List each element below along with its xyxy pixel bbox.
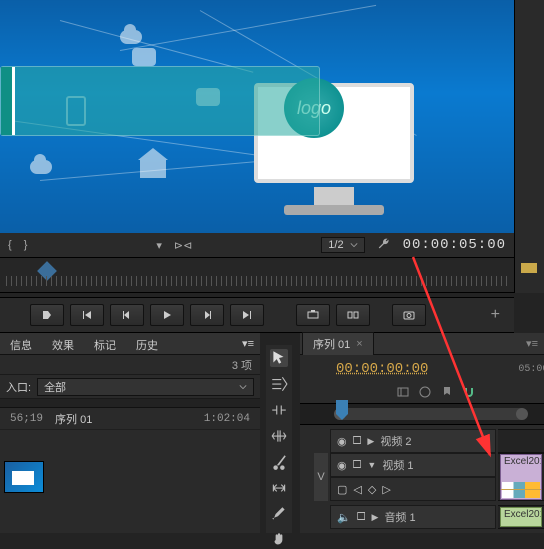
tab-history[interactable]: 历史 (126, 333, 168, 354)
set-in-icon[interactable]: { (8, 239, 12, 251)
nest-icon[interactable] (396, 385, 410, 399)
step-back-button[interactable] (110, 304, 144, 326)
keyframe-mode-icon[interactable]: ▢ (337, 483, 347, 496)
panel-menu-icon[interactable]: ▾≡ (236, 333, 260, 354)
entry-label: 入口: (6, 379, 31, 395)
sequence-tab[interactable]: 序列 01 × (302, 332, 374, 355)
clip-audio1[interactable]: Excel201 (500, 507, 542, 527)
selection-tool-icon[interactable] (270, 349, 288, 367)
step-forward-button[interactable] (190, 304, 224, 326)
razor-tool-icon[interactable] (270, 453, 288, 471)
hand-tool-icon[interactable] (270, 531, 288, 549)
track-lane-audio1[interactable]: Excel201 (498, 505, 544, 529)
keyframe-add-icon[interactable]: ◇ (368, 483, 376, 496)
settings-wrench-icon[interactable] (377, 237, 391, 254)
lock-icon[interactable]: 🞏 (357, 511, 366, 524)
goto-out-button[interactable] (230, 304, 264, 326)
button-editor-icon[interactable]: + (491, 306, 500, 324)
clip-video1[interactable]: Excel201 (500, 454, 542, 500)
lift-button[interactable] (296, 304, 330, 326)
close-tab-icon[interactable]: × (356, 338, 362, 350)
zoom-value: 1/2 (328, 239, 343, 251)
panel-divider[interactable] (514, 0, 544, 293)
mark-in-button[interactable] (30, 304, 64, 326)
chevron-down-icon (350, 241, 358, 249)
goto-in-button[interactable] (70, 304, 104, 326)
eye-icon[interactable]: ◉ (337, 435, 347, 448)
track-header-video1[interactable]: ◉ 🞏 ▼ 视频 1 (330, 453, 496, 477)
ripple-edit-tool-icon[interactable] (270, 401, 288, 419)
timeline-navigator[interactable] (300, 403, 544, 425)
lock-icon[interactable]: 🞏 (353, 435, 362, 448)
list-header (0, 399, 260, 408)
bin-thumbnail[interactable] (4, 461, 48, 521)
cell-name: 序列 01 (55, 411, 192, 427)
tab-effects[interactable]: 效果 (42, 333, 84, 354)
set-out-icon[interactable]: } (24, 239, 28, 251)
sequence-tab-label: 序列 01 (313, 336, 350, 352)
tab-markers[interactable]: 标记 (84, 333, 126, 354)
project-panel: 信息 效果 标记 历史 ▾≡ 3 项 入口: 全部 56;19 序列 01 1:… (0, 333, 260, 533)
program-monitor: logo (0, 0, 514, 233)
chevron-down-icon (239, 383, 247, 391)
slip-tool-icon[interactable] (270, 479, 288, 497)
rate-stretch-tool-icon[interactable] (270, 427, 288, 445)
keyframe-next-icon[interactable]: ▷ (382, 483, 390, 496)
clip-label: Excel201 (504, 456, 542, 467)
play-button[interactable] (150, 304, 184, 326)
marker-icon[interactable] (440, 385, 454, 399)
track-fx-row-video1[interactable]: ▢ ◁ ◇ ▷ (330, 477, 496, 501)
collapse-icon[interactable]: ▶ (367, 436, 374, 447)
export-frame-button[interactable] (392, 304, 426, 326)
snap-icon[interactable] (462, 385, 476, 399)
link-icon[interactable] (418, 385, 432, 399)
marker-icon[interactable]: ⊳⊲ (174, 239, 192, 252)
eye-icon[interactable]: ◉ (337, 459, 347, 472)
entry-select[interactable]: 全部 (37, 378, 254, 396)
panel-tab-strip: 信息 效果 标记 历史 ▾≡ (0, 333, 260, 355)
cell-duration: 1:02:04 (204, 413, 250, 425)
track-area: V ◉ 🞏 ▶ 视频 2 ◉ 🞏 ▼ 视频 1 ▢ ◁ ◇ ▷ Excel201 (300, 429, 544, 533)
list-item[interactable]: 56;19 序列 01 1:02:04 (0, 408, 260, 430)
track-header-video2[interactable]: ◉ 🞏 ▶ 视频 2 (330, 429, 496, 453)
program-timecode[interactable]: 00:00:05:00 (403, 237, 506, 253)
clip-label: Excel201 (504, 509, 542, 520)
track-lane-video1[interactable]: Excel201 (498, 453, 544, 501)
track-header-audio1[interactable]: 🔈 🞏 ▶ 音频 1 (330, 505, 496, 529)
tab-info[interactable]: 信息 (0, 333, 42, 354)
panel-menu-icon[interactable]: ▾≡ (520, 334, 544, 353)
track-lane-video2[interactable] (498, 429, 544, 453)
preview-time-ruler[interactable] (0, 257, 514, 293)
ruler-tick-label: 05:00 (518, 364, 544, 375)
timeline-panel: 序列 01 × ▾≡ 00:00:00:00 05:00 00:0 V ◉ 🞏 … (300, 333, 544, 533)
entry-value: 全部 (44, 379, 66, 395)
range-scrollbar[interactable] (336, 408, 526, 420)
extract-button[interactable] (336, 304, 370, 326)
item-count: 3 项 (232, 357, 252, 373)
track-label: 音频 1 (384, 509, 415, 525)
transport-bar: + (0, 297, 514, 333)
tool-strip (266, 345, 292, 533)
collapse-icon[interactable]: ▼ (367, 460, 376, 470)
track-label: 视频 2 (380, 433, 411, 449)
track-select-tool-icon[interactable] (270, 375, 288, 393)
timeline-playhead-time[interactable]: 00:00:00:00 (336, 361, 428, 377)
lock-icon[interactable]: 🞏 (353, 459, 362, 472)
audio-meter-icon (521, 263, 537, 273)
zoom-select[interactable]: 1/2 (321, 237, 364, 253)
video-group-label: V (314, 453, 328, 501)
preview-controls-bar: { } ▾ ⊳⊲ 1/2 00:00:05:00 (0, 233, 514, 257)
playhead-icon[interactable] (336, 400, 348, 414)
marker-add-icon[interactable]: ▾ (156, 239, 162, 252)
speaker-icon[interactable]: 🔈 (337, 511, 351, 524)
overlay-banner (0, 66, 320, 136)
keyframe-prev-icon[interactable]: ◁ (353, 483, 361, 496)
cell-in-time: 56;19 (10, 413, 43, 425)
track-label: 视频 1 (382, 457, 413, 473)
pen-tool-icon[interactable] (270, 505, 288, 523)
collapse-icon[interactable]: ▶ (372, 512, 379, 523)
